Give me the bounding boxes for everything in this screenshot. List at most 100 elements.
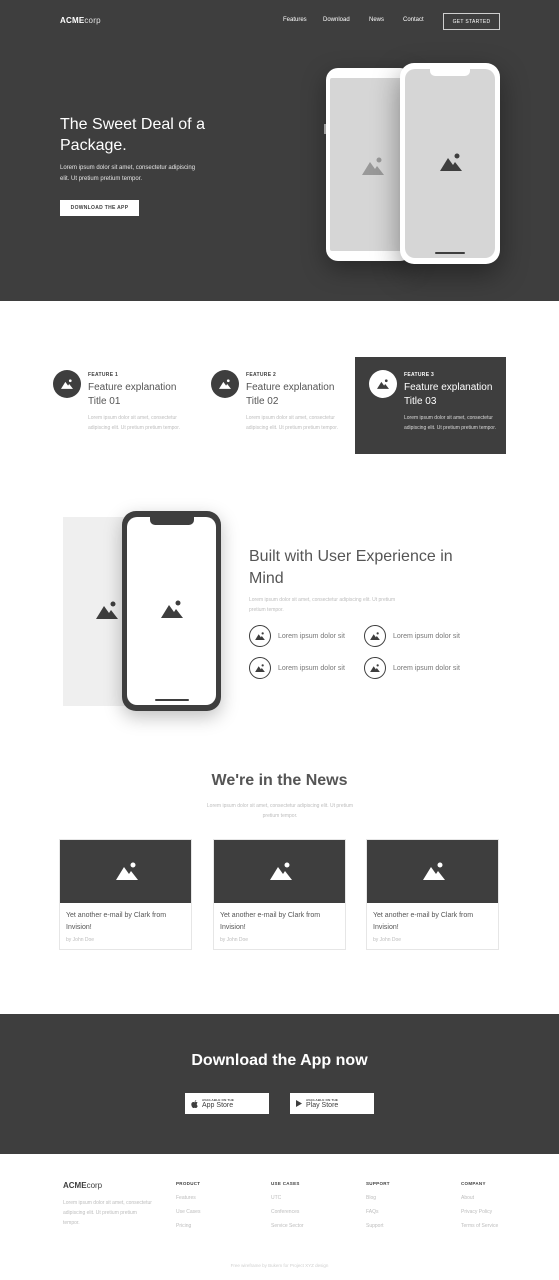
download-section-title: Download the App now	[191, 1052, 368, 1069]
benefit-icon-ring	[249, 657, 271, 679]
play-store-button[interactable]: AVAILABLE ON THE Play Store	[290, 1093, 374, 1114]
news-card-byline: by John Doe	[220, 937, 249, 943]
feature-label: FEATURE 3	[404, 372, 435, 378]
feature-icon-circle	[53, 370, 81, 398]
benefit-label: Lorem ipsum dolor sit	[393, 632, 460, 640]
footer-link[interactable]: Service Sector	[271, 1223, 304, 1229]
app-store-label: App Store	[202, 1101, 234, 1109]
news-card-image	[60, 840, 191, 903]
play-store-icon	[296, 1100, 302, 1107]
footer-link[interactable]: About	[461, 1195, 474, 1201]
image-placeholder-icon	[362, 157, 384, 175]
image-placeholder-icon	[96, 601, 118, 619]
apple-icon	[191, 1099, 198, 1108]
play-store-caption: AVAILABLE ON THE	[306, 1097, 339, 1102]
news-section-subtitle: Lorem ipsum dolor sit amet, consectetur …	[206, 803, 354, 819]
phone-screen	[330, 78, 408, 251]
image-placeholder-icon	[255, 664, 265, 672]
ux-benefit-item: Lorem ipsum dolor sit	[249, 657, 345, 679]
image-placeholder-icon	[219, 379, 231, 389]
benefit-label: Lorem ipsum dolor sit	[278, 632, 345, 640]
benefit-icon-ring	[364, 657, 386, 679]
image-placeholder-icon	[116, 862, 138, 880]
footer-link[interactable]: Privacy Policy	[461, 1209, 492, 1215]
news-card[interactable]: Yet another e-mail by Clark from Invisio…	[59, 839, 192, 950]
footer-column-heading: PRODUCT	[176, 1181, 201, 1186]
feature-title: Feature explanation Title 01	[88, 382, 177, 407]
footer-link[interactable]: Features	[176, 1195, 196, 1201]
feature-icon-circle	[369, 370, 397, 398]
brand-logo[interactable]: ACMEcorp	[60, 16, 101, 25]
nav-link-contact[interactable]: Contact	[403, 17, 424, 23]
image-placeholder-icon	[377, 379, 389, 389]
phone-screen	[405, 69, 495, 258]
image-placeholder-icon	[270, 862, 292, 880]
news-card-image	[214, 840, 345, 903]
ux-section-subtitle: Lorem ipsum dolor sit amet, consectetur …	[249, 597, 396, 613]
feature-body: Lorem ipsum dolor sit amet, consectetur …	[88, 415, 180, 431]
news-card-headline: Yet another e-mail by Clark from Invisio…	[373, 912, 474, 931]
footer-link[interactable]: FAQs	[366, 1209, 379, 1215]
footer-column-heading: USE CASES	[271, 1181, 300, 1186]
image-placeholder-icon	[370, 664, 380, 672]
image-placeholder-icon	[255, 632, 265, 640]
feature-label: FEATURE 1	[88, 372, 119, 378]
news-card-image	[367, 840, 498, 903]
ux-section-title: Built with User Experience in Mind	[249, 548, 453, 587]
feature-title: Feature explanation Title 02	[246, 382, 335, 407]
phone-notch	[149, 517, 194, 525]
feature-label: FEATURE 2	[246, 372, 277, 378]
benefit-icon-ring	[364, 625, 386, 647]
footer-link[interactable]: Blog	[366, 1195, 376, 1201]
news-card-byline: by John Doe	[373, 937, 402, 943]
benefit-label: Lorem ipsum dolor sit	[278, 664, 345, 672]
footer-column-heading: COMPANY	[461, 1181, 486, 1186]
feature-body: Lorem ipsum dolor sit amet, consectetur …	[246, 415, 338, 431]
phone-home-indicator	[435, 252, 465, 254]
feature-title: Feature explanation Title 03	[404, 382, 493, 407]
footer-brand-logo[interactable]: ACMEcorp	[63, 1181, 102, 1190]
footer-about-text: Lorem ipsum dolor sit amet, consectetur …	[63, 1200, 152, 1226]
footer-link[interactable]: Conferences	[271, 1209, 299, 1215]
nav-link-news[interactable]: News	[369, 17, 384, 23]
nav-link-download[interactable]: Download	[323, 17, 350, 23]
ux-benefit-item: Lorem ipsum dolor sit	[364, 625, 460, 647]
image-placeholder-icon	[61, 379, 73, 389]
phone-mockup-front	[400, 63, 500, 264]
benefit-label: Lorem ipsum dolor sit	[393, 664, 460, 672]
feature-icon-circle	[211, 370, 239, 398]
news-card-headline: Yet another e-mail by Clark from Invisio…	[66, 912, 167, 931]
download-app-button[interactable]: DOWNLOAD THE APP	[60, 200, 139, 216]
news-card-byline: by John Doe	[66, 937, 95, 943]
download-section	[0, 1014, 559, 1154]
footer-link[interactable]: Support	[366, 1223, 384, 1229]
news-card[interactable]: Yet another e-mail by Clark from Invisio…	[366, 839, 499, 950]
footer-link[interactable]: UTC	[271, 1195, 281, 1201]
app-store-button[interactable]: AVAILABLE ON THE App Store	[185, 1093, 269, 1114]
ux-benefit-item: Lorem ipsum dolor sit	[249, 625, 345, 647]
phone-notch	[430, 69, 470, 76]
footer-credit: Free wireframe by Bukem for Project XYZ …	[230, 1263, 329, 1268]
footer-link[interactable]: Pricing	[176, 1223, 191, 1229]
news-card-headline: Yet another e-mail by Clark from Invisio…	[220, 912, 321, 931]
image-placeholder-icon	[440, 153, 462, 171]
footer-link[interactable]: Use Cases	[176, 1209, 200, 1215]
feature-body: Lorem ipsum dolor sit amet, consectetur …	[404, 415, 496, 431]
nav-link-features[interactable]: Features	[283, 17, 307, 23]
footer-link[interactable]: Terms of Service	[461, 1223, 498, 1229]
image-placeholder-icon	[161, 600, 183, 618]
image-placeholder-icon	[423, 862, 445, 880]
benefit-icon-ring	[249, 625, 271, 647]
image-placeholder-icon	[370, 632, 380, 640]
footer-column-heading: SUPPORT	[366, 1181, 390, 1186]
get-started-button[interactable]: GET STARTED	[443, 13, 500, 30]
play-store-label: Play Store	[306, 1101, 339, 1109]
news-card[interactable]: Yet another e-mail by Clark from Invisio…	[213, 839, 346, 950]
hero-subtitle: Lorem ipsum dolor sit amet, consectetur …	[60, 165, 196, 182]
hero-title: The Sweet Deal of a Package.	[60, 116, 205, 154]
news-section-title: We're in the News	[211, 772, 348, 789]
app-store-caption: AVAILABLE ON THE	[202, 1097, 235, 1102]
phone-screen	[127, 517, 216, 705]
ux-benefit-item: Lorem ipsum dolor sit	[364, 657, 460, 679]
phone-home-indicator	[154, 699, 189, 701]
